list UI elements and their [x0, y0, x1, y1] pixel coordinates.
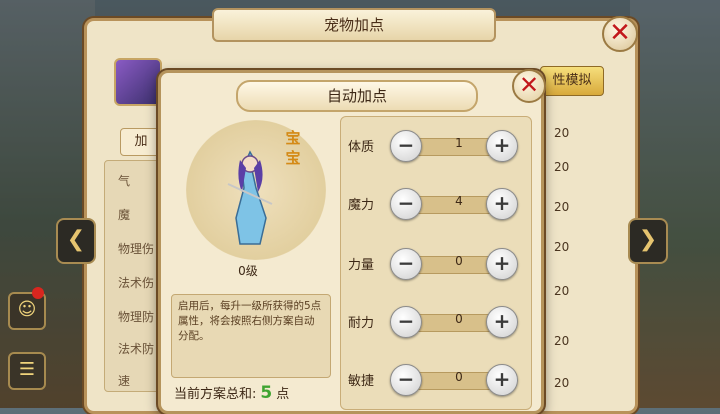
chevron-left-icon: ❮	[66, 227, 86, 252]
chat-icon: ☰	[18, 359, 36, 380]
stat-value: 20	[554, 200, 570, 214]
plus-icon: +	[493, 191, 511, 215]
stat-value: 20	[554, 284, 570, 298]
pet-window-close-button[interactable]: ✕	[602, 16, 638, 52]
stat-label: 速	[118, 374, 131, 388]
attribute-row-magic: 魔力 4 − +	[348, 186, 520, 220]
minus-icon: −	[397, 133, 415, 157]
plus-icon: +	[493, 251, 511, 275]
attribute-simulation-button[interactable]: 性模拟	[540, 66, 604, 96]
chevron-right-icon: ❯	[638, 227, 658, 252]
minus-icon: −	[397, 251, 415, 275]
stat-label: 物理伤	[118, 242, 155, 256]
stat-label: 法术防	[118, 342, 155, 356]
close-icon: ✕	[518, 71, 540, 99]
total-points-label: 当前方案总和:	[174, 387, 257, 402]
decrease-button[interactable]: −	[390, 130, 422, 162]
auto-allocate-description: 启用后，每升一级所获得的5点属性，将会按照右侧方案自动分配。	[171, 294, 331, 378]
stat-value: 20	[554, 334, 570, 348]
total-points-row: 当前方案总和: 5 点	[174, 383, 289, 403]
attribute-label: 体质	[348, 140, 375, 155]
attribute-value: 0	[455, 254, 463, 268]
previous-pet-button[interactable]: ❮	[56, 218, 96, 264]
attribute-row-constitution: 体质 1 − +	[348, 128, 520, 162]
increase-button[interactable]: +	[486, 364, 518, 396]
plus-icon: +	[493, 367, 511, 391]
stat-label: 魔	[118, 208, 131, 222]
notification-badge	[32, 287, 44, 299]
increase-button[interactable]: +	[486, 306, 518, 338]
tab-add-points[interactable]: 加	[120, 128, 162, 156]
total-points-unit: 点	[276, 387, 290, 402]
plus-icon: +	[493, 133, 511, 157]
stat-label: 气	[118, 174, 131, 188]
stat-value: 20	[554, 160, 570, 174]
stat-value: 20	[554, 376, 570, 390]
attribute-label: 魔力	[348, 198, 375, 213]
close-icon: ✕	[609, 18, 631, 48]
plus-icon: +	[493, 309, 511, 333]
decrease-button[interactable]: −	[390, 248, 422, 280]
attribute-label: 耐力	[348, 316, 375, 331]
total-points-value: 5	[260, 383, 273, 403]
decrease-button[interactable]: −	[390, 306, 422, 338]
stat-value: 20	[554, 240, 570, 254]
pet-avatar[interactable]	[114, 58, 162, 106]
attribute-row-endurance: 耐力 0 − +	[348, 304, 520, 338]
pet-name: 宝宝	[285, 129, 301, 167]
minus-icon: −	[397, 191, 415, 215]
attribute-row-strength: 力量 0 − +	[348, 246, 520, 280]
increase-button[interactable]: +	[486, 188, 518, 220]
minus-icon: −	[397, 309, 415, 333]
character-icon: ☺	[17, 299, 37, 320]
stat-value: 20	[554, 126, 570, 140]
minus-icon: −	[397, 367, 415, 391]
dialog-title: 自动加点	[236, 80, 478, 112]
attribute-label: 敏捷	[348, 374, 375, 389]
dialog-close-button[interactable]: ✕	[512, 69, 546, 103]
stat-label: 法术伤	[118, 276, 155, 290]
pet-figure	[227, 150, 273, 245]
decrease-button[interactable]: −	[390, 188, 422, 220]
pet-window-title: 宠物加点	[212, 8, 496, 42]
decrease-button[interactable]: −	[390, 364, 422, 396]
stat-label: 物理防	[118, 310, 155, 324]
attribute-label: 力量	[348, 258, 375, 273]
increase-button[interactable]: +	[486, 248, 518, 280]
chat-button[interactable]: ☰	[8, 352, 46, 390]
attribute-row-agility: 敏捷 0 − +	[348, 362, 520, 396]
attribute-value: 0	[455, 312, 463, 326]
increase-button[interactable]: +	[486, 130, 518, 162]
attribute-value: 4	[455, 194, 463, 208]
pet-level: 0级	[238, 264, 258, 278]
next-pet-button[interactable]: ❯	[628, 218, 668, 264]
attribute-value: 0	[455, 370, 463, 384]
attribute-value: 1	[455, 136, 463, 150]
